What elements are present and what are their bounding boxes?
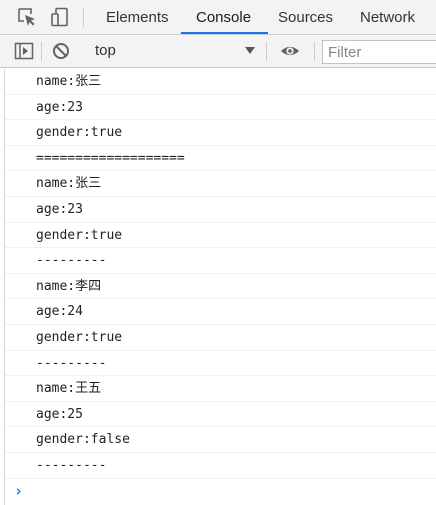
prompt-chevron-icon: ›	[14, 481, 24, 500]
javascript-context-select[interactable]: top	[95, 35, 116, 67]
console-message: name:张三	[5, 69, 436, 95]
tab-elements[interactable]: Elements	[106, 0, 169, 35]
console-message: name:王五	[5, 376, 436, 402]
console-message: name:张三	[5, 171, 436, 197]
console-message: ===================	[5, 146, 436, 172]
device-toolbar-icon[interactable]	[50, 7, 70, 27]
console-message: gender:true	[5, 120, 436, 146]
console-message: ---------	[5, 453, 436, 479]
console-message: age:25	[5, 402, 436, 428]
console-message: ---------	[5, 248, 436, 274]
filter-input[interactable]	[322, 40, 436, 64]
console-message: age:23	[5, 197, 436, 223]
tab-bar-separator	[83, 8, 84, 27]
console-output: name:张三 age:23 gender:true =============…	[4, 69, 436, 505]
console-message: gender:true	[5, 325, 436, 351]
toolbar-separator	[41, 42, 42, 61]
console-message: ---------	[5, 351, 436, 377]
toolbar-separator	[314, 42, 315, 61]
active-tab-indicator	[181, 32, 268, 34]
tab-console[interactable]: Console	[196, 0, 251, 35]
devtools-tab-bar: Elements Console Sources Network	[0, 0, 436, 35]
chevron-down-icon[interactable]	[245, 47, 255, 54]
console-message: age:23	[5, 95, 436, 121]
eye-icon[interactable]	[280, 41, 300, 61]
console-message: gender:false	[5, 427, 436, 453]
console-message: age:24	[5, 299, 436, 325]
console-message: name:李四	[5, 274, 436, 300]
inspect-element-icon[interactable]	[17, 7, 37, 27]
toolbar-separator	[266, 42, 267, 61]
console-message: gender:true	[5, 223, 436, 249]
console-toolbar: top	[0, 35, 436, 68]
console-prompt-row[interactable]: ›	[5, 479, 436, 503]
show-sidebar-icon[interactable]	[14, 41, 34, 61]
tab-network[interactable]: Network	[360, 0, 415, 35]
clear-console-icon[interactable]	[51, 41, 71, 61]
tab-sources[interactable]: Sources	[278, 0, 333, 35]
